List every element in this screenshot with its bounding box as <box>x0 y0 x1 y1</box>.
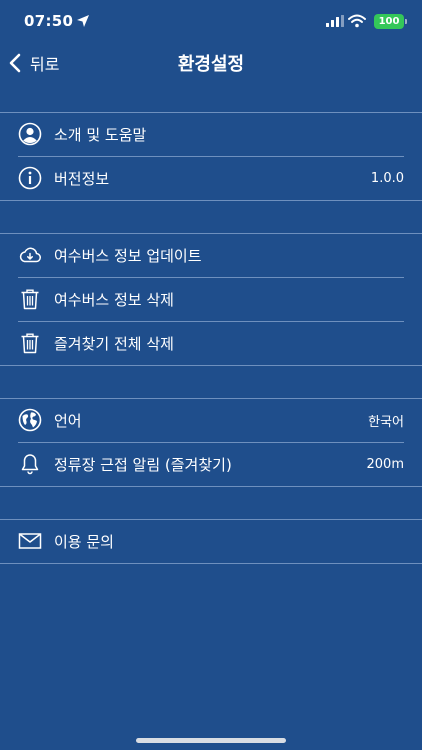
location-arrow-icon <box>77 15 89 27</box>
row-about-help[interactable]: 소개 및 도움말 <box>0 112 422 156</box>
status-bar: 07:50 100 <box>0 0 422 44</box>
version-value: 1.0.0 <box>370 170 404 186</box>
row-delete-bus-info[interactable]: 여수버스 정보 삭제 <box>0 277 422 321</box>
battery-indicator: 100 <box>374 14 407 29</box>
info-circle-icon <box>18 166 42 190</box>
row-contact-inquiry[interactable]: 이용 문의 <box>0 519 422 563</box>
section-separator <box>0 563 422 564</box>
status-time: 07:50 <box>24 12 74 30</box>
cloud-download-icon <box>18 243 42 267</box>
trash-icon <box>18 287 42 311</box>
row-update-bus-info[interactable]: 여수버스 정보 업데이트 <box>0 233 422 277</box>
row-label: 버전정보 <box>54 169 110 188</box>
page-title: 환경설정 <box>177 54 245 75</box>
row-delete-all-favorites[interactable]: 즐겨찾기 전체 삭제 <box>0 321 422 365</box>
language-value: 한국어 <box>368 414 404 430</box>
section-separator <box>0 486 422 487</box>
person-circle-icon <box>18 122 42 146</box>
section-separator <box>0 200 422 201</box>
row-label: 이용 문의 <box>54 532 114 551</box>
globe-icon <box>18 408 42 432</box>
row-label: 소개 및 도움말 <box>54 125 147 144</box>
home-indicator[interactable] <box>136 738 286 743</box>
navigation-bar: 뒤로 환경설정 <box>0 44 422 80</box>
row-label: 즐겨찾기 전체 삭제 <box>54 334 174 353</box>
cellular-signal-icon <box>326 15 344 27</box>
envelope-icon <box>18 529 42 553</box>
row-label: 여수버스 정보 업데이트 <box>54 246 202 265</box>
alert-distance-value: 200m <box>366 456 404 472</box>
row-label: 여수버스 정보 삭제 <box>54 290 174 309</box>
row-label: 정류장 근접 알림 (즐겨찾기) <box>54 455 232 474</box>
row-version-info[interactable]: 버전정보 1.0.0 <box>0 156 422 200</box>
bell-icon <box>18 452 42 476</box>
wifi-icon <box>348 14 366 28</box>
row-label: 언어 <box>54 411 82 430</box>
row-language[interactable]: 언어 한국어 <box>0 398 422 442</box>
row-stop-proximity-alert[interactable]: 정류장 근접 알림 (즐겨찾기) 200m <box>0 442 422 486</box>
trash-icon <box>18 331 42 355</box>
section-separator <box>0 365 422 366</box>
